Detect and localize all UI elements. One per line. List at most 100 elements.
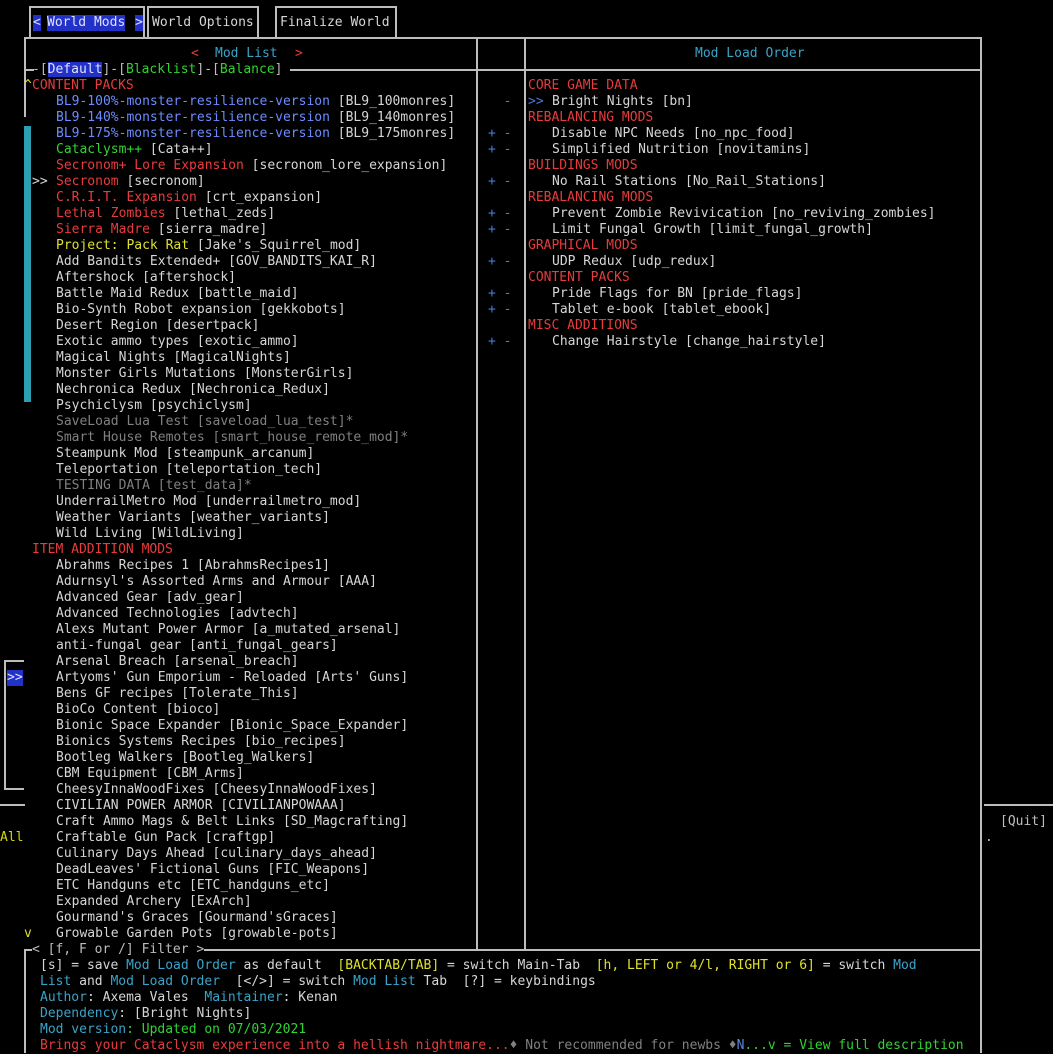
mod-toggle-buttons[interactable]: + -	[488, 302, 511, 318]
move-up-button[interactable]: +	[488, 142, 496, 157]
mod-list-item[interactable]: Smart House Remotes [smart_house_remote_…	[56, 430, 408, 446]
load-order-item[interactable]: Simplified Nutrition [novitamins]	[552, 142, 810, 158]
mod-list-item[interactable]: Monster Girls Mutations [MonsterGirls]	[56, 366, 353, 382]
mod-list-item[interactable]: BL9-100%-monster-resilience-version [BL9…	[56, 94, 455, 110]
move-down-button[interactable]: -	[504, 302, 512, 317]
mod-list-item[interactable]: Arsenal Breach [arsenal_breach]	[56, 654, 299, 670]
mod-list-item[interactable]: Artyoms' Gun Emporium - Reloaded [Arts' …	[56, 670, 408, 686]
mod-list-item[interactable]: BioCo Content [bioco]	[56, 702, 220, 718]
move-down-button[interactable]: -	[504, 206, 512, 221]
tab-world-options[interactable]: World Options	[147, 6, 259, 37]
load-order-item[interactable]: Tablet e-book [tablet_ebook]	[552, 302, 771, 318]
mod-list-item[interactable]: Teleportation [teleportation_tech]	[56, 462, 322, 478]
mod-list-item[interactable]: Cataclysm++ [Cata++]	[56, 142, 213, 158]
mod-list-item[interactable]: Wild Living [WildLiving]	[56, 526, 244, 542]
mod-list-item[interactable]: Adurnsyl's Assorted Arms and Armour [AAA…	[56, 574, 377, 590]
mod-list-item[interactable]: DeadLeaves' Fictional Guns [FIC_Weapons]	[56, 862, 369, 878]
mod-list-item[interactable]: Culinary Days Ahead [culinary_days_ahead…	[56, 846, 377, 862]
mod-list-item[interactable]: C.R.I.T. Expansion [crt_expansion]	[56, 190, 322, 206]
mod-toggle-buttons[interactable]: + -	[488, 222, 511, 238]
filter-tab-default[interactable]: Default	[47, 62, 103, 77]
load-order-item[interactable]: Prevent Zombie Revivication [no_reviving…	[552, 206, 936, 222]
mod-list-item[interactable]: Weather Variants [weather_variants]	[56, 510, 330, 526]
mod-list-item[interactable]: CIVILIAN POWER ARMOR [CIVILIANPOWAAA]	[56, 798, 346, 814]
move-up-button[interactable]: +	[488, 334, 496, 349]
mod-toggle-buttons[interactable]: + -	[488, 334, 511, 350]
mod-list-item[interactable]: Exotic ammo types [exotic_ammo]	[56, 334, 299, 350]
move-down-button[interactable]: -	[504, 142, 512, 157]
mod-list-item[interactable]: Bionics Systems Recipes [bio_recipes]	[56, 734, 346, 750]
mod-list-item[interactable]: Expanded Archery [ExArch]	[56, 894, 252, 910]
mod-list-item[interactable]: Bens GF recipes [Tolerate_This]	[56, 686, 299, 702]
filter-tab-blacklist[interactable]: Blacklist	[126, 62, 196, 77]
mod-list-item[interactable]: CBM Equipment [CBM_Arms]	[56, 766, 244, 782]
mod-list-item[interactable]: Secronom+ Lore Expansion [secronom_lore_…	[56, 158, 447, 174]
mod-toggle-buttons[interactable]: + -	[488, 206, 511, 222]
load-order-item[interactable]: Disable NPC Needs [no_npc_food]	[552, 126, 795, 142]
mod-list-item[interactable]: Add Bandits Extended+ [GOV_BANDITS_KAI_R…	[56, 254, 377, 270]
mod-list-item[interactable]: SaveLoad Lua Test [saveload_lua_test]*	[56, 414, 353, 430]
mod-list-item[interactable]: Lethal Zombies [lethal_zeds]	[56, 206, 275, 222]
load-order-item[interactable]: Limit Fungal Growth [limit_fungal_growth…	[552, 222, 873, 238]
move-down-button[interactable]: -	[504, 222, 512, 237]
move-up-button[interactable]: +	[488, 206, 496, 221]
mod-list-item[interactable]: Growable Garden Pots [growable-pots]	[56, 926, 338, 942]
move-up-button[interactable]	[488, 94, 496, 109]
load-order-item[interactable]: Change Hairstyle [change_hairstyle]	[552, 334, 826, 350]
mod-list-item[interactable]: BL9-175%-monster-resilience-version [BL9…	[56, 126, 455, 142]
move-down-button[interactable]: -	[504, 334, 512, 349]
move-down-button[interactable]: -	[504, 286, 512, 301]
mod-list-item[interactable]: CheesyInnaWoodFixes [CheesyInnaWoodFixes…	[56, 782, 377, 798]
mod-list-arrow-left[interactable]: <	[191, 46, 199, 62]
mod-list-item[interactable]: Alexs Mutant Power Armor [a_mutated_arse…	[56, 622, 400, 638]
mod-list-item[interactable]: UnderrailMetro Mod [underrailmetro_mod]	[56, 494, 361, 510]
scroll-up-indicator[interactable]: ^	[24, 78, 32, 94]
mod-toggle-buttons[interactable]: + -	[488, 254, 511, 270]
mod-list-item[interactable]: TESTING DATA [test_data]*	[56, 478, 252, 494]
mod-list-item[interactable]: ETC Handguns etc [ETC_handguns_etc]	[56, 878, 330, 894]
mod-list-item[interactable]: Psychiclysm [psychiclysm]	[56, 398, 252, 414]
mod-list-item[interactable]: Gourmand's Graces [Gourmand'sGraces]	[56, 910, 338, 926]
mod-list-item[interactable]: Craft Ammo Mags & Belt Links [SD_Magcraf…	[56, 814, 408, 830]
mod-list-arrow-right[interactable]: >	[295, 46, 303, 62]
move-up-button[interactable]: +	[488, 222, 496, 237]
mod-list-item[interactable]: Aftershock [aftershock]	[56, 270, 236, 286]
mod-list-item[interactable]: Steampunk Mod [steampunk_arcanum]	[56, 446, 314, 462]
view-description-hint[interactable]: ...v = View full description	[744, 1038, 963, 1053]
mod-list-item[interactable]: Desert Region [desertpack]	[56, 318, 260, 334]
move-up-button[interactable]: +	[488, 126, 496, 141]
mod-list-item[interactable]: Nechronica Redux [Nechronica_Redux]	[56, 382, 330, 398]
scrollbar-thumb[interactable]	[24, 126, 31, 402]
move-up-button[interactable]: +	[488, 254, 496, 269]
mod-toggle-buttons[interactable]: + -	[488, 142, 511, 158]
mod-toggle-buttons[interactable]: + -	[488, 286, 511, 302]
mod-toggle-buttons[interactable]: + -	[488, 126, 511, 142]
mod-toggle-buttons[interactable]: + -	[488, 174, 511, 190]
scroll-down-indicator[interactable]: v	[24, 926, 32, 942]
move-down-button[interactable]: -	[504, 174, 512, 189]
mod-list-item[interactable]: Magical Nights [MagicalNights]	[56, 350, 291, 366]
load-order-item[interactable]: Bright Nights [bn]	[552, 94, 693, 110]
mod-toggle-buttons[interactable]: -	[488, 94, 512, 110]
mod-list-item[interactable]: Project: Pack Rat [Jake's_Squirrel_mod]	[56, 238, 361, 254]
move-up-button[interactable]: +	[488, 302, 496, 317]
mod-list-item[interactable]: Advanced Gear [adv_gear]	[56, 590, 244, 606]
move-down-button[interactable]: -	[504, 94, 512, 109]
load-order-item[interactable]: No Rail Stations [No_Rail_Stations]	[552, 174, 826, 190]
mod-list-item[interactable]: Bootleg Walkers [Bootleg_Walkers]	[56, 750, 314, 766]
load-order-item[interactable]: UDP Redux [udp_redux]	[552, 254, 716, 270]
filter-hint[interactable]: < [f, F or /] Filter >	[32, 942, 205, 958]
quit-button[interactable]: [Quit]	[1000, 814, 1047, 830]
mod-list-item[interactable]: BL9-140%-monster-resilience-version [BL9…	[56, 110, 455, 126]
tab-finalize-world[interactable]: Finalize World	[275, 6, 397, 37]
mod-list-item[interactable]: Advanced Technologies [advtech]	[56, 606, 299, 622]
mod-list-item[interactable]: Abrahms Recipes 1 [AbrahmsRecipes1]	[56, 558, 330, 574]
move-down-button[interactable]: -	[504, 254, 512, 269]
mod-list-item[interactable]: Bionic Space Expander [Bionic_Space_Expa…	[56, 718, 408, 734]
mod-list-item[interactable]: anti-fungal gear [anti_fungal_gears]	[56, 638, 338, 654]
load-order-item[interactable]: Pride Flags for BN [pride_flags]	[552, 286, 802, 302]
filter-tab-balance[interactable]: Balance	[220, 62, 275, 77]
move-down-button[interactable]: -	[504, 126, 512, 141]
mod-list-item[interactable]: Battle Maid Redux [battle_maid]	[56, 286, 299, 302]
mod-list-item[interactable]: Secronom [secronom]	[56, 174, 205, 190]
